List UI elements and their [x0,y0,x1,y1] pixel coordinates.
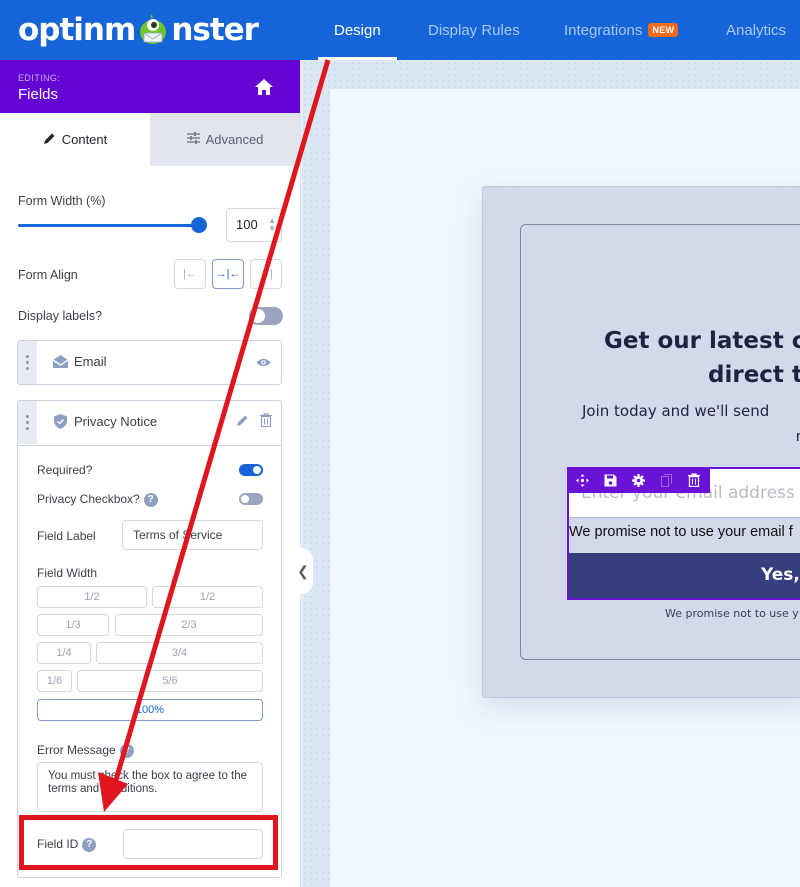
collapse-sidebar-button[interactable]: ❮ [293,548,313,594]
tab-advanced[interactable]: Advanced [150,113,300,166]
eye-icon[interactable] [256,355,271,373]
tab-content[interactable]: Content [0,113,150,166]
copy-icon[interactable] [659,473,673,487]
align-left-icon: |← [183,268,197,280]
field-label-label: Field Label [37,529,96,543]
help-icon[interactable]: ? [143,492,158,507]
logo-text-end: nster [171,12,259,48]
form-width-slider-handle[interactable] [191,217,207,233]
error-message-label: Error Message? [37,743,134,758]
required-toggle[interactable] [239,464,263,476]
error-message-text: Error Message [37,743,116,757]
trash-icon[interactable] [260,413,272,432]
display-labels-label: Display labels? [18,309,103,323]
drag-handle[interactable] [18,341,37,384]
display-labels-toggle[interactable] [249,307,283,325]
top-navigation-bar: optinm nster Design Display Rules Integr… [0,0,800,60]
home-icon[interactable] [254,77,274,97]
popup-footnote[interactable]: We promise not to use y [665,607,799,620]
form-width-input[interactable]: 100 ▲ ▼ [226,208,282,242]
submit-button-preview[interactable]: Yes, [569,553,800,598]
spinner-arrows-icon[interactable]: ▲ ▼ [268,217,276,233]
nav-tab-label: Display Rules [428,21,520,39]
optinmonster-logo[interactable]: optinm nster [18,12,259,48]
nav-tab-label: Analytics [726,21,787,39]
privacy-checkbox-label: Privacy Checkbox?? [37,492,158,507]
nav-tab-integrations[interactable]: Integrations NEW [564,0,679,60]
nav-tab-display-rules[interactable]: Display Rules [428,0,520,60]
nav-tab-design[interactable]: Design [318,0,397,60]
toggle-knob [253,466,261,474]
sliders-icon [186,132,200,147]
toggle-knob [251,309,265,323]
width-option-2-3[interactable]: 2/3 [115,614,263,636]
editing-header: EDITING: Fields [0,60,300,113]
gear-icon[interactable] [631,473,645,487]
editing-label: EDITING: [18,73,61,83]
form-width-value: 100 [236,217,258,232]
canvas-gutter [302,60,330,887]
field-width-label: Field Width [37,566,98,580]
logo-text-start: optinm [18,12,136,48]
nav-tab-analytics[interactable]: Analytics [726,0,786,60]
popup-headline-line2[interactable]: direct t [708,358,800,392]
width-option-100[interactable]: 100% [37,699,263,721]
drag-handle[interactable] [18,401,37,444]
align-center-icon: →|← [215,268,241,280]
width-option-5-6[interactable]: 5/6 [77,670,263,692]
width-option-1-2[interactable]: 1/2 [37,586,147,608]
popup-headline[interactable]: Get our latest c [604,324,800,358]
field-card-email[interactable]: Email [17,340,282,385]
form-width-slider-track[interactable] [18,224,200,227]
width-option-1-6[interactable]: 1/6 [37,670,72,692]
popup-subheadline[interactable]: Join today and we'll send [582,402,769,420]
error-message-textarea[interactable]: You must check the box to agree to the t… [37,762,263,812]
privacy-notice-preview[interactable]: We promise not to use your email f [569,524,793,540]
save-icon[interactable] [603,473,617,487]
form-align-label: Form Align [18,268,78,282]
block-toolbar [567,467,710,493]
width-option-1-3[interactable]: 1/3 [37,614,109,636]
align-left-button[interactable]: |← [174,259,206,289]
tab-label: Advanced [205,132,264,147]
required-label: Required? [37,463,93,477]
popup-subheadline-line2: r [796,428,800,445]
chevron-left-icon: ❮ [297,562,309,579]
pencil-icon[interactable] [236,414,249,432]
field-label-input[interactable]: Terms of Service [122,520,263,550]
form-width-label: Form Width (%) [18,194,106,208]
shield-icon [52,413,69,430]
pencil-icon [43,132,56,148]
privacy-checkbox-text: Privacy Checkbox? [37,492,140,506]
sidebar-tabs: Content Advanced [0,113,300,166]
width-option-3-4[interactable]: 3/4 [96,642,263,664]
align-right-icon: →| [259,268,273,280]
toggle-knob [241,495,249,503]
nav-tab-label: Integrations [564,21,643,39]
annotation-highlight-box [19,815,278,870]
privacy-checkbox-toggle[interactable] [239,493,263,505]
align-center-button[interactable]: →|← [212,259,244,289]
tab-label: Content [61,132,108,147]
new-badge: NEW [648,23,679,37]
field-name: Privacy Notice [74,414,158,429]
align-right-button[interactable]: →| [250,259,282,289]
move-icon[interactable] [575,473,589,487]
width-option-1-4[interactable]: 1/4 [37,642,91,664]
width-option-1-2[interactable]: 1/2 [152,586,263,608]
nav-tab-label: Design [334,21,381,39]
editing-title: Fields [18,86,59,103]
monster-mascot-icon [136,13,170,47]
field-name: Email [74,354,107,369]
envelope-icon [52,353,69,370]
canvas-top-gutter [302,60,800,89]
help-icon[interactable]: ? [119,743,134,758]
card-divider [18,445,281,446]
trash-icon[interactable] [687,473,701,487]
